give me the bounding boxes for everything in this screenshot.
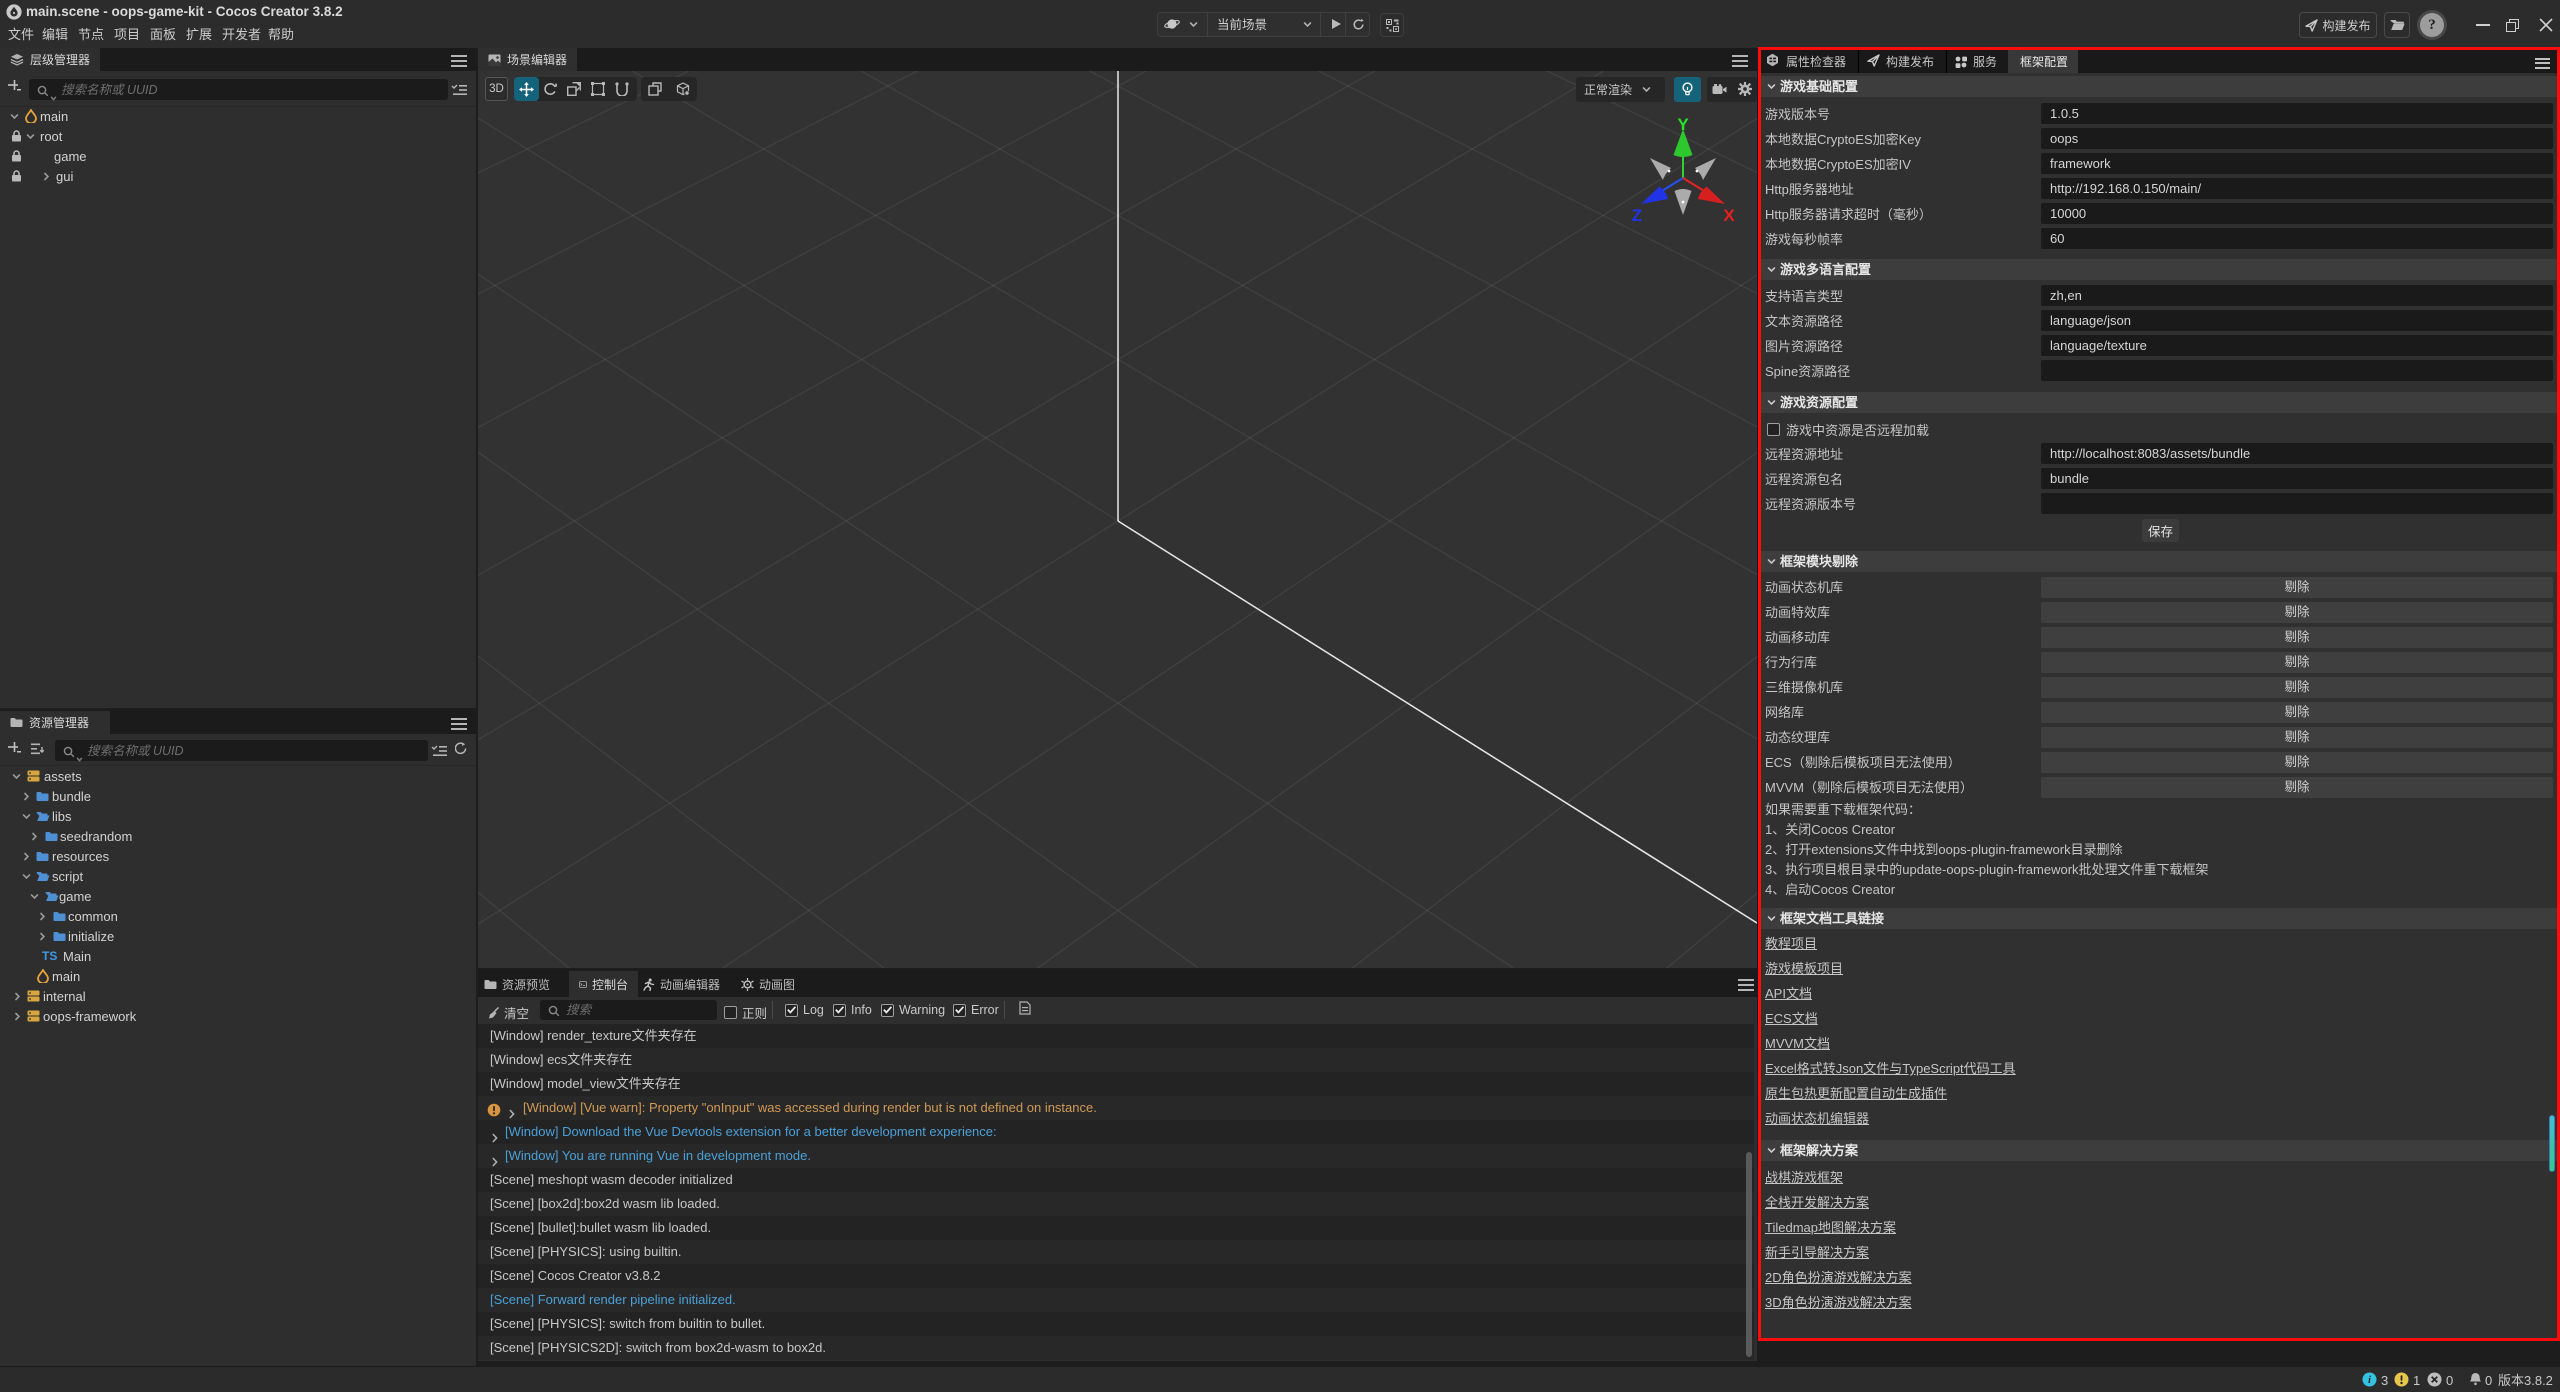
svg-text:X: X bbox=[1723, 206, 1735, 225]
svg-text:i: i bbox=[2368, 1375, 2371, 1386]
svg-text:Z: Z bbox=[1632, 206, 1642, 225]
svg-text:Y: Y bbox=[1677, 118, 1689, 134]
